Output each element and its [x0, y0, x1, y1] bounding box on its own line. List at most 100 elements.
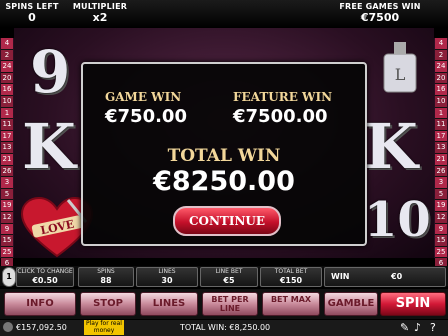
action-buttons-row: INFO STOP LINES BET PER LINE BET MAX GAM… — [0, 289, 448, 319]
payline-number-right[interactable]: 19 — [435, 200, 447, 212]
lines-label: LINES — [158, 268, 176, 275]
line-bet-value: €5 — [223, 276, 235, 285]
payline-number-left[interactable]: 1 — [1, 107, 13, 120]
win-value: €0 — [391, 272, 403, 281]
payline-number-right[interactable]: 20 — [435, 72, 447, 85]
free-games-win-label: FREE GAMES WIN — [339, 2, 421, 11]
spin-button[interactable]: SPIN — [380, 292, 446, 316]
payline-number-left[interactable]: 11 — [1, 119, 13, 131]
total-bet-value: €150 — [279, 276, 303, 285]
payline-number-right[interactable]: 9 — [435, 223, 447, 236]
line-bet-display: LINE BET €5 — [200, 267, 258, 287]
perfume-bottle-symbol-icon: L — [383, 42, 417, 93]
payline-number-right[interactable]: 16 — [435, 84, 447, 96]
win-summary-dialog: GAME WIN €750.00 FEATURE WIN €7500.00 TO… — [81, 62, 367, 246]
feature-win-label: FEATURE WIN — [233, 90, 333, 104]
spins-counter: SPINS 88 — [78, 267, 134, 287]
info-button[interactable]: INFO — [4, 292, 76, 316]
payline-number-right[interactable]: 12 — [435, 211, 447, 224]
settings-icon[interactable]: ✎ — [400, 321, 409, 334]
payline-number-right[interactable]: 17 — [435, 130, 447, 143]
payline-number-right[interactable]: 3 — [435, 177, 447, 189]
payline-number-right[interactable]: 26 — [435, 165, 447, 178]
free-games-win-value: €7500 — [360, 11, 400, 24]
payline-number-left[interactable]: 10 — [1, 95, 13, 108]
svg-text:L: L — [395, 65, 406, 84]
payline-number-left[interactable]: 20 — [1, 72, 13, 85]
feature-win-value: €7500.00 — [233, 106, 328, 127]
multiplier-label: MULTIPLIER — [72, 2, 128, 11]
spins-left-label: SPINS LEFT — [5, 2, 59, 11]
payline-number-right[interactable]: 2 — [435, 49, 447, 62]
bet-per-line-button[interactable]: BET PER LINE — [202, 292, 258, 316]
line-bet-label: LINE BET — [215, 268, 243, 275]
payline-number-left[interactable]: 3 — [1, 177, 13, 189]
top-bar: SPINS LEFT 0 MULTIPLIER x2 FREE GAMES WI… — [0, 0, 448, 28]
payline-number-right[interactable]: 4 — [435, 38, 447, 50]
total-win-value: €8250.00 — [153, 166, 295, 197]
win-label: WIN — [331, 272, 350, 281]
game-win-value: €750.00 — [105, 106, 187, 127]
info-icon[interactable]: 1 — [2, 267, 16, 287]
payline-number-right[interactable]: 1 — [435, 107, 447, 120]
reel-symbol-k-left: K — [22, 110, 76, 183]
payline-number-right[interactable]: 11 — [435, 119, 447, 131]
lines-button[interactable]: LINES — [140, 292, 198, 316]
coin-change-hint: CLICK TO CHANGE — [17, 268, 73, 275]
spins-label: SPINS — [97, 268, 115, 275]
payline-number-right[interactable]: 24 — [435, 61, 447, 73]
payline-number-right[interactable]: 10 — [435, 95, 447, 108]
win-display: WIN €0 — [324, 267, 446, 287]
sound-icon[interactable]: ♪ — [414, 321, 421, 334]
payline-number-left[interactable]: 17 — [1, 130, 13, 143]
payline-number-left[interactable]: 26 — [1, 165, 13, 178]
bet-max-button[interactable]: BET MAX — [262, 292, 320, 316]
payline-number-left[interactable]: 9 — [1, 223, 13, 236]
payline-number-right[interactable]: 5 — [435, 188, 447, 201]
total-bet-label: TOTAL BET — [274, 268, 308, 275]
status-bar: €157,092.50 Play for real money TOTAL WI… — [0, 320, 448, 336]
reel-symbol-10: 10 — [364, 192, 431, 248]
payline-number-left[interactable]: 16 — [1, 84, 13, 96]
total-win-label: TOTAL WIN — [167, 146, 281, 166]
payline-number-right[interactable]: 15 — [435, 235, 447, 247]
multiplier-stat: MULTIPLIER x2 — [70, 2, 130, 24]
payline-number-right[interactable]: 21 — [435, 153, 447, 166]
spins-left-value: 0 — [28, 11, 36, 24]
multiplier-value: x2 — [92, 11, 108, 24]
stop-button[interactable]: STOP — [80, 292, 136, 316]
gamble-button[interactable]: GAMBLE — [324, 292, 378, 316]
total-bet-display: TOTAL BET €150 — [260, 267, 322, 287]
payline-number-left[interactable]: 13 — [1, 142, 13, 154]
payline-number-left[interactable]: 21 — [1, 153, 13, 166]
user-icon — [3, 322, 13, 332]
total-win-status: TOTAL WIN: €8,250.00 — [180, 323, 271, 332]
payline-number-left[interactable]: 12 — [1, 211, 13, 224]
reel-symbol-k-right: K — [364, 110, 418, 183]
lines-value: 30 — [161, 276, 173, 285]
payline-number-left[interactable]: 25 — [1, 246, 13, 259]
payline-number-right[interactable]: 13 — [435, 142, 447, 154]
coin-value-selector[interactable]: CLICK TO CHANGE €0.50 — [16, 267, 74, 287]
payline-number-left[interactable]: 15 — [1, 235, 13, 247]
payline-number-right[interactable]: 25 — [435, 246, 447, 259]
free-games-win-stat: FREE GAMES WIN €7500 — [330, 2, 430, 24]
payline-number-left[interactable]: 19 — [1, 200, 13, 212]
payline-number-left[interactable]: 4 — [1, 38, 13, 50]
balance-value: €157,092.50 — [16, 323, 67, 332]
payline-indicators-left: 42242016101111713212635191291525618 — [0, 38, 14, 282]
spins-left-stat: SPINS LEFT 0 — [4, 2, 60, 24]
payline-number-left[interactable]: 24 — [1, 61, 13, 73]
spins-value: 88 — [100, 276, 112, 285]
reel-symbol-9: 9 — [30, 38, 71, 106]
game-win-label: GAME WIN — [105, 90, 182, 104]
continue-button[interactable]: CONTINUE — [173, 206, 281, 236]
payline-number-left[interactable]: 2 — [1, 49, 13, 62]
bet-controls-row: 1 CLICK TO CHANGE €0.50 SPINS 88 LINES 3… — [0, 266, 448, 287]
play-real-money-button[interactable]: Play for real money — [84, 320, 124, 335]
coin-value: €0.50 — [32, 276, 58, 285]
payline-indicators-right: 42242016101111713212635191291525618 — [434, 38, 448, 282]
lines-display: LINES 30 — [136, 267, 198, 287]
payline-number-left[interactable]: 5 — [1, 188, 13, 201]
help-icon[interactable]: ? — [430, 321, 436, 334]
